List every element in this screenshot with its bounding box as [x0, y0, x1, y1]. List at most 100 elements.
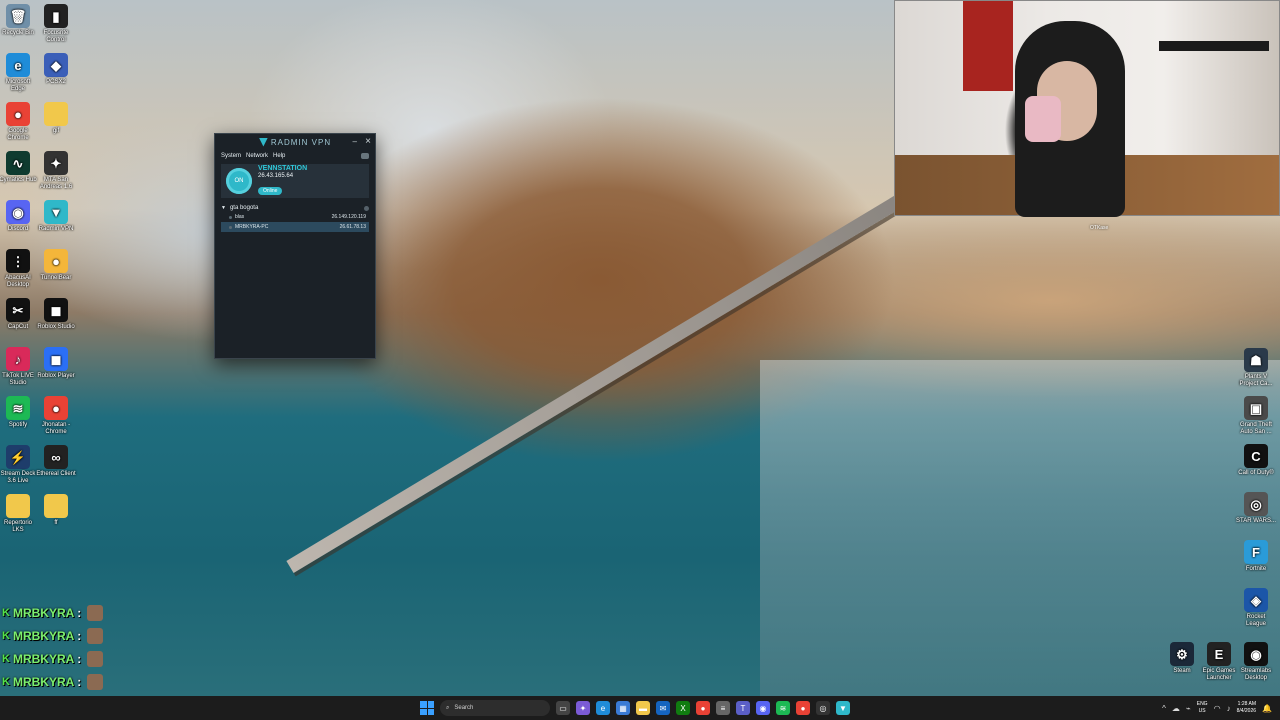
- desktop-shortcut[interactable]: ◈ Rocket League: [1236, 588, 1276, 628]
- desktop-shortcut[interactable]: ◎ STAR WARS...: [1236, 492, 1276, 525]
- peer-row[interactable]: blas 26.149.120.119: [221, 212, 369, 222]
- desktop-shortcut[interactable]: ▣ Grand Theft Auto San ...: [1236, 396, 1276, 436]
- chrome-profile-icon[interactable]: ●: [796, 701, 810, 715]
- radmin-titlebar[interactable]: RADMIN VPN – ×: [215, 134, 375, 150]
- clock[interactable]: 1:28 AM 8/4/2026: [1237, 701, 1256, 715]
- peer-status-icon: [229, 215, 232, 219]
- desktop-shortcut[interactable]: ● Google Chrome: [0, 102, 38, 142]
- desktop-shortcut[interactable]: Repertorio LKS: [0, 494, 38, 534]
- desktop-shortcut[interactable]: ≋ Spotify: [0, 396, 38, 429]
- desktop-shortcut[interactable]: ◉ Discord: [0, 200, 38, 233]
- desktop-shortcut[interactable]: 🗑 Recycle Bin: [0, 4, 38, 37]
- desktop-shortcut-label: Spotify: [8, 422, 28, 428]
- folder-icon: [44, 494, 68, 518]
- desktop-shortcut-label: CapCut: [7, 324, 29, 330]
- onedrive-icon[interactable]: ☁: [1172, 704, 1180, 713]
- language-indicator[interactable]: ENG US: [1197, 701, 1208, 715]
- clock-time: 1:28 AM: [1237, 701, 1257, 707]
- game-icon: ☗: [1244, 348, 1268, 372]
- kick-badge-icon: K: [2, 653, 10, 665]
- desktop-shortcut[interactable]: ∞ Ethereal Client: [36, 445, 76, 478]
- discord-icon[interactable]: ◉: [756, 701, 770, 715]
- desktop-shortcut[interactable]: ff: [36, 494, 76, 527]
- desktop-shortcut[interactable]: ∿ Cymatics Hub: [0, 151, 38, 184]
- desktop-shortcut[interactable]: ⋮ AbacusAI Desktop: [0, 249, 38, 289]
- cod-icon: C: [1244, 444, 1268, 468]
- capcut-icon: ✂: [6, 298, 30, 322]
- desktop-shortcut-label: Stream Deck 3.6 Live: [0, 471, 36, 484]
- desktop-shortcut[interactable]: ▮ Focusrite Control: [36, 4, 76, 44]
- desktop-shortcut[interactable]: ● TunnelBear: [36, 249, 76, 282]
- desktop-shortcut[interactable]: e Microsoft Edge: [0, 53, 38, 93]
- webcam-desk: [1159, 41, 1269, 51]
- desktop-shortcut[interactable]: ✂ CapCut: [0, 298, 38, 331]
- desktop-shortcut[interactable]: E Epic Games Launcher: [1199, 642, 1239, 682]
- desktop-shortcut[interactable]: ⚙ Steam: [1162, 642, 1202, 675]
- desktop-shortcut[interactable]: ◼ Roblox Studio: [36, 298, 76, 331]
- task-view-icon[interactable]: ▭: [556, 701, 570, 715]
- mail-icon[interactable]: ✉: [656, 701, 670, 715]
- store-icon[interactable]: ▦: [616, 701, 630, 715]
- power-button[interactable]: ON: [226, 168, 252, 194]
- menu-help[interactable]: Help: [273, 153, 285, 159]
- peer-name: blas: [235, 214, 245, 220]
- desktop-shortcut[interactable]: ◼ Roblox Player: [36, 347, 76, 380]
- chat-icon[interactable]: [361, 153, 369, 159]
- local-ip: 26.43.165.64: [258, 173, 294, 179]
- notepad-icon[interactable]: ≡: [716, 701, 730, 715]
- tiktok-icon: ♪: [6, 347, 30, 371]
- desktop-shortcut[interactable]: ✦ MTA San Andreas 1.6: [36, 151, 76, 191]
- copilot-icon[interactable]: ✦: [576, 701, 590, 715]
- desktop-shortcut[interactable]: ◉ Streamlabs Desktop: [1236, 642, 1276, 682]
- desktop-shortcut[interactable]: ◆ PCSX2: [36, 53, 76, 86]
- fortnite-icon: F: [1244, 540, 1268, 564]
- usb-icon[interactable]: ⌁: [1186, 704, 1191, 713]
- desktop-shortcut-label: ff: [54, 520, 58, 526]
- taskbar-search[interactable]: ⌕ Search: [440, 700, 550, 716]
- desktop-shortcut[interactable]: ♪ TikTok LIVE Studio: [0, 347, 38, 387]
- desktop-shortcut[interactable]: ☗ Plants V Project Ca...: [1236, 348, 1276, 388]
- volume-icon[interactable]: ♪: [1227, 704, 1231, 713]
- start-button[interactable]: [420, 701, 434, 715]
- desktop-shortcut[interactable]: F Fortnite: [1236, 540, 1276, 573]
- desktop-shortcut-label: Radmin VPN: [38, 226, 74, 232]
- desktop-shortcut[interactable]: ▼ Radmin VPN: [36, 200, 76, 233]
- minimize-button[interactable]: –: [353, 137, 357, 146]
- file-explorer-icon[interactable]: ▬: [636, 701, 650, 715]
- chat-message: KMRBKYRA:: [2, 604, 104, 622]
- spotify-icon[interactable]: ≋: [776, 701, 790, 715]
- menu-system[interactable]: System: [221, 153, 241, 159]
- xbox-icon[interactable]: X: [676, 701, 690, 715]
- desktop-shortcut[interactable]: ⚡ Stream Deck 3.6 Live: [0, 445, 38, 485]
- edge-icon[interactable]: e: [596, 701, 610, 715]
- webcam-poster: [963, 1, 1013, 91]
- network-header[interactable]: ▼ gta bogota: [221, 204, 369, 212]
- desktop-shortcut-label: TikTok LIVE Studio: [2, 373, 34, 386]
- radmin-vpn-window[interactable]: RADMIN VPN – × System Network Help ON VE…: [214, 133, 376, 359]
- peer-name: MRBKYRA-PC: [235, 224, 269, 230]
- notification-bell-icon[interactable]: 🔔: [1262, 704, 1272, 713]
- search-icon: ⌕: [446, 704, 450, 711]
- desktop-shortcut[interactable]: C Call of Duty®: [1236, 444, 1276, 477]
- chrome-icon[interactable]: ●: [696, 701, 710, 715]
- menu-network[interactable]: Network: [246, 153, 268, 159]
- network-name: gta bogota: [229, 205, 259, 211]
- teams-icon[interactable]: T: [736, 701, 750, 715]
- network-icon[interactable]: ◠: [1214, 704, 1221, 713]
- desktop-shortcut[interactable]: ● Jhonatan - Chrome: [36, 396, 76, 436]
- desktop-shortcut[interactable]: gif: [36, 102, 76, 135]
- cymatics-icon: ∿: [6, 151, 30, 175]
- obs-icon[interactable]: ◎: [816, 701, 830, 715]
- folder-icon: [44, 102, 68, 126]
- peer-row[interactable]: MRBKYRA-PC 26.61.78.13: [221, 222, 369, 232]
- chevron-up-icon[interactable]: ^: [1162, 704, 1166, 713]
- close-button[interactable]: ×: [365, 136, 371, 147]
- desktop-shortcut-label: Google Chrome: [7, 128, 29, 141]
- radmin-logo: RADMIN VPN: [258, 137, 331, 147]
- focusrite-icon: ▮: [44, 4, 68, 28]
- rocketleague-icon: ◈: [1244, 588, 1268, 612]
- desktop-shortcut-label: Roblox Studio: [37, 324, 75, 330]
- chat-message: KMRBKYRA:: [2, 673, 104, 691]
- search-placeholder: Search: [454, 705, 474, 711]
- radmin-icon[interactable]: ▼: [836, 701, 850, 715]
